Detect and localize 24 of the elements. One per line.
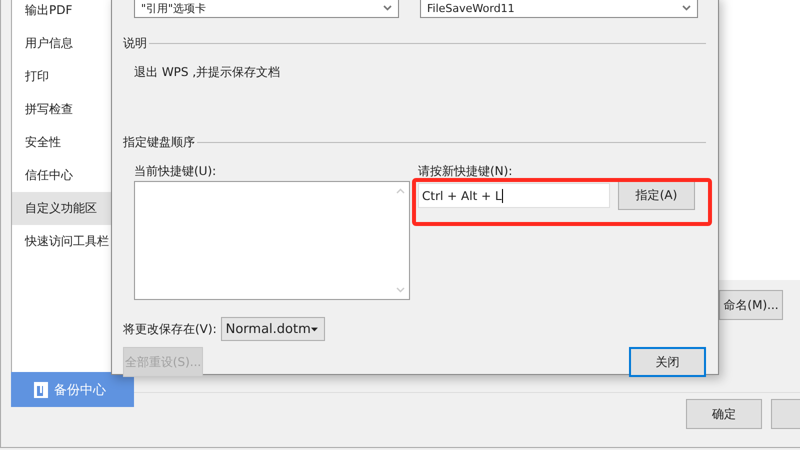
template-dropdown[interactable]: Normal.dotm [220,317,325,341]
section-heading: 指定键盘顺序 [123,134,195,151]
list-item[interactable]: FileSaveWord11 [427,2,515,15]
ok-button[interactable]: 确定 [686,399,762,429]
command-list[interactable]: "引用"选项卡 [134,0,399,18]
chevron-down-icon [682,5,691,11]
field-label: 请按新快捷键(N): [418,163,514,180]
field-label: 当前快捷键(U): [134,163,218,180]
rename-button[interactable]: 命名(M)... [719,290,783,320]
section-heading: 说明 [123,35,147,52]
shortcut-input-field[interactable]: Ctrl + Alt + L [418,183,610,208]
description-text: 退出 WPS ,并提示保存文档 [134,64,282,81]
close-button[interactable]: 关闭 [629,347,706,377]
document-icon [34,382,48,398]
dropdown-arrow-icon [310,326,318,332]
dialog-button[interactable] [771,399,800,429]
field-label: 将更改保存在(V): [123,320,217,338]
assign-button[interactable]: 指定(A) [618,181,695,210]
current-keys-list[interactable] [134,181,410,300]
chevron-down-icon [383,5,392,11]
scroll-down-icon[interactable] [396,287,405,293]
scroll-up-icon[interactable] [396,188,405,194]
command-list[interactable]: FileSaveWord11 [420,0,698,18]
list-item[interactable]: "引用"选项卡 [141,2,206,15]
